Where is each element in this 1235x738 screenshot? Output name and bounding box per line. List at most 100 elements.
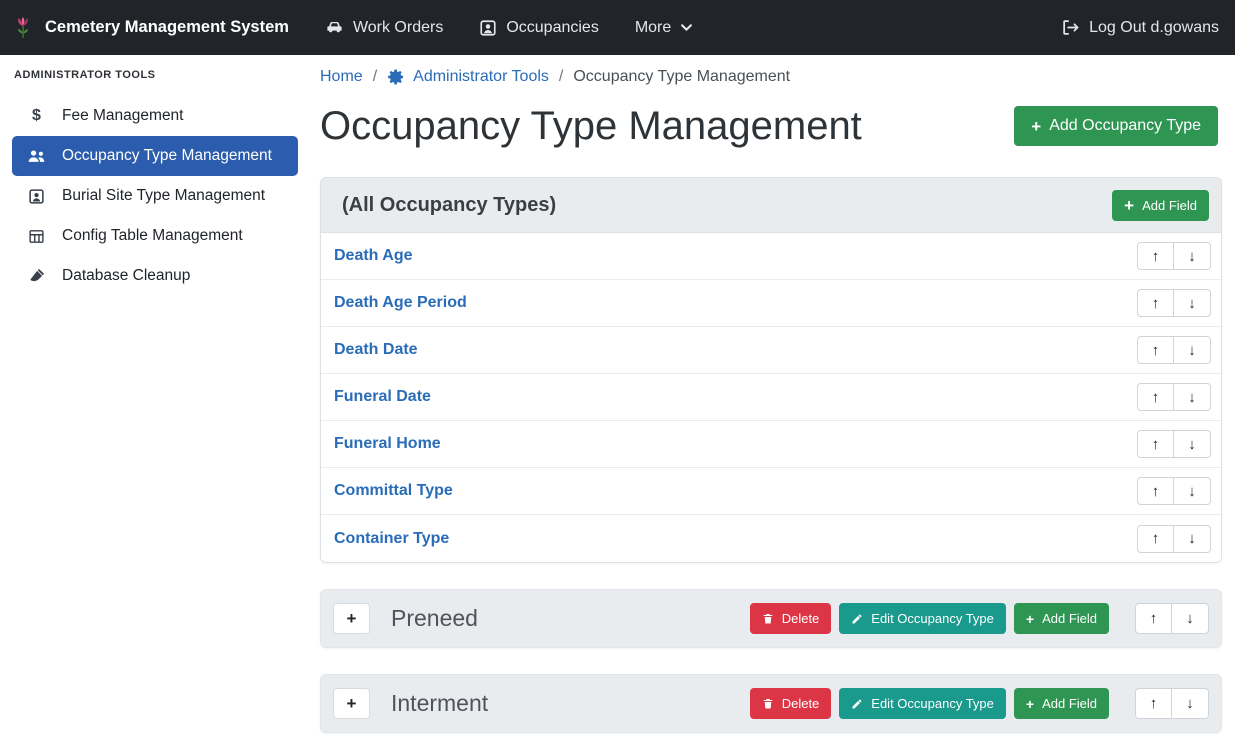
- nav-work-orders[interactable]: Work Orders: [325, 18, 443, 37]
- users-icon: [26, 148, 47, 164]
- field-link[interactable]: Container Type: [334, 530, 449, 548]
- move-down-button[interactable]: ↓: [1172, 688, 1209, 719]
- field-link[interactable]: Funeral Date: [334, 388, 431, 406]
- nav-occupancies[interactable]: Occupancies: [479, 19, 599, 37]
- arrow-down-icon: ↓: [1188, 248, 1196, 265]
- top-navbar: Cemetery Management System Work Orders O…: [0, 0, 1235, 55]
- expand-button[interactable]: +: [333, 603, 370, 634]
- move-up-button[interactable]: ↑: [1137, 289, 1174, 317]
- expand-button[interactable]: +: [333, 688, 370, 719]
- delete-button[interactable]: Delete: [750, 603, 832, 634]
- reorder-group: ↑ ↓: [1137, 242, 1211, 270]
- section-actions: Delete Edit Occupancy Type + Add Field ↑: [750, 688, 1209, 719]
- breadcrumb-admin-tools-label: Administrator Tools: [413, 68, 549, 86]
- move-down-button[interactable]: ↓: [1174, 430, 1211, 458]
- section-title: Preneed: [391, 605, 478, 632]
- move-down-button[interactable]: ↓: [1174, 289, 1211, 317]
- edit-occupancy-type-button[interactable]: Edit Occupancy Type: [839, 688, 1006, 719]
- main-content: Home / Administrator Tools / Occupancy T…: [308, 55, 1235, 738]
- arrow-down-icon: ↓: [1188, 389, 1196, 406]
- edit-occupancy-type-button[interactable]: Edit Occupancy Type: [839, 603, 1006, 634]
- app-title: Cemetery Management System: [45, 18, 289, 37]
- add-field-button[interactable]: + Add Field: [1014, 688, 1109, 719]
- sidebar-item-config-table-management[interactable]: Config Table Management: [12, 216, 298, 256]
- breadcrumb-administrator-tools[interactable]: Administrator Tools: [387, 68, 549, 86]
- nav-more-label: More: [635, 19, 671, 37]
- breadcrumb-home[interactable]: Home: [320, 68, 363, 86]
- field-link[interactable]: Death Age Period: [334, 294, 467, 312]
- field-row: Death Date ↑ ↓: [321, 327, 1221, 374]
- navbar-links: Work Orders Occupancies More: [325, 18, 693, 37]
- arrow-down-icon: ↓: [1188, 436, 1196, 453]
- move-down-button[interactable]: ↓: [1172, 603, 1209, 634]
- plus-icon: +: [1124, 197, 1134, 214]
- field-link[interactable]: Funeral Home: [334, 435, 441, 453]
- move-up-button[interactable]: ↑: [1137, 477, 1174, 505]
- field-list: Death Age ↑ ↓ Death Age Period ↑ ↓ Death…: [321, 233, 1221, 562]
- occupancy-type-sections: + Preneed Delete Edit Occupancy Type: [320, 589, 1222, 733]
- occupancy-type-section: + Interment Delete Edit Occupancy Type: [320, 674, 1222, 733]
- tulip-logo-icon: [12, 16, 34, 40]
- trash-icon: [762, 697, 774, 710]
- breadcrumb-separator: /: [559, 68, 563, 86]
- move-up-button[interactable]: ↑: [1135, 688, 1172, 719]
- arrow-up-icon: ↑: [1152, 436, 1160, 453]
- arrow-down-icon: ↓: [1186, 695, 1194, 712]
- plus-icon: +: [1031, 118, 1041, 135]
- sidebar-item-database-cleanup[interactable]: Database Cleanup: [12, 256, 298, 296]
- broom-icon: [26, 267, 47, 285]
- work-orders-icon: [325, 18, 344, 37]
- sidebar: ADMINISTRATOR TOOLS $ Fee Management Occ…: [0, 55, 308, 738]
- move-up-button[interactable]: ↑: [1137, 242, 1174, 270]
- arrow-up-icon: ↑: [1152, 295, 1160, 312]
- breadcrumb-current: Occupancy Type Management: [573, 68, 790, 86]
- field-row: Container Type ↑ ↓: [321, 515, 1221, 562]
- nav-more[interactable]: More: [635, 19, 693, 37]
- sidebar-heading: ADMINISTRATOR TOOLS: [14, 69, 298, 81]
- nav-work-orders-label: Work Orders: [353, 19, 443, 37]
- move-down-button[interactable]: ↓: [1174, 242, 1211, 270]
- portrait-icon: [26, 188, 47, 205]
- move-up-button[interactable]: ↑: [1137, 336, 1174, 364]
- field-row: Funeral Date ↑ ↓: [321, 374, 1221, 421]
- add-field-button[interactable]: + Add Field: [1112, 190, 1209, 221]
- field-row: Committal Type ↑ ↓: [321, 468, 1221, 515]
- sidebar-item-burial-site-type-management[interactable]: Burial Site Type Management: [12, 176, 298, 216]
- move-up-button[interactable]: ↑: [1137, 525, 1174, 553]
- delete-button[interactable]: Delete: [750, 688, 832, 719]
- reorder-group: ↑ ↓: [1137, 477, 1211, 505]
- add-occupancy-type-button[interactable]: + Add Occupancy Type: [1014, 106, 1218, 146]
- arrow-down-icon: ↓: [1186, 610, 1194, 627]
- page-title: Occupancy Type Management: [320, 102, 862, 150]
- app-brand[interactable]: Cemetery Management System: [12, 16, 289, 40]
- move-down-button[interactable]: ↓: [1174, 477, 1211, 505]
- move-up-button[interactable]: ↑: [1135, 603, 1172, 634]
- arrow-down-icon: ↓: [1188, 295, 1196, 312]
- field-link[interactable]: Death Date: [334, 341, 418, 359]
- breadcrumb: Home / Administrator Tools / Occupancy T…: [320, 68, 1222, 86]
- add-field-button[interactable]: + Add Field: [1014, 603, 1109, 634]
- arrow-up-icon: ↑: [1152, 389, 1160, 406]
- sidebar-item-label: Config Table Management: [62, 227, 243, 245]
- field-link[interactable]: Committal Type: [334, 482, 453, 500]
- sidebar-item-fee-management[interactable]: $ Fee Management: [12, 96, 298, 136]
- move-down-button[interactable]: ↓: [1174, 383, 1211, 411]
- section-title: Interment: [391, 690, 488, 717]
- logout-label: Log Out d.gowans: [1089, 19, 1219, 37]
- move-down-button[interactable]: ↓: [1174, 525, 1211, 553]
- nav-occupancies-label: Occupancies: [506, 19, 599, 37]
- chevron-down-icon: [680, 21, 693, 34]
- arrow-down-icon: ↓: [1188, 342, 1196, 359]
- table-icon: [26, 228, 47, 245]
- sidebar-item-label: Fee Management: [62, 107, 184, 125]
- move-up-button[interactable]: ↑: [1137, 430, 1174, 458]
- move-down-button[interactable]: ↓: [1174, 336, 1211, 364]
- section-actions: Delete Edit Occupancy Type + Add Field ↑: [750, 603, 1209, 634]
- sidebar-item-occupancy-type-management[interactable]: Occupancy Type Management: [12, 136, 298, 176]
- logout-button[interactable]: Log Out d.gowans: [1061, 18, 1219, 37]
- reorder-group: ↑ ↓: [1137, 336, 1211, 364]
- arrow-up-icon: ↑: [1152, 248, 1160, 265]
- reorder-group: ↑ ↓: [1135, 688, 1209, 719]
- field-link[interactable]: Death Age: [334, 247, 413, 265]
- move-up-button[interactable]: ↑: [1137, 383, 1174, 411]
